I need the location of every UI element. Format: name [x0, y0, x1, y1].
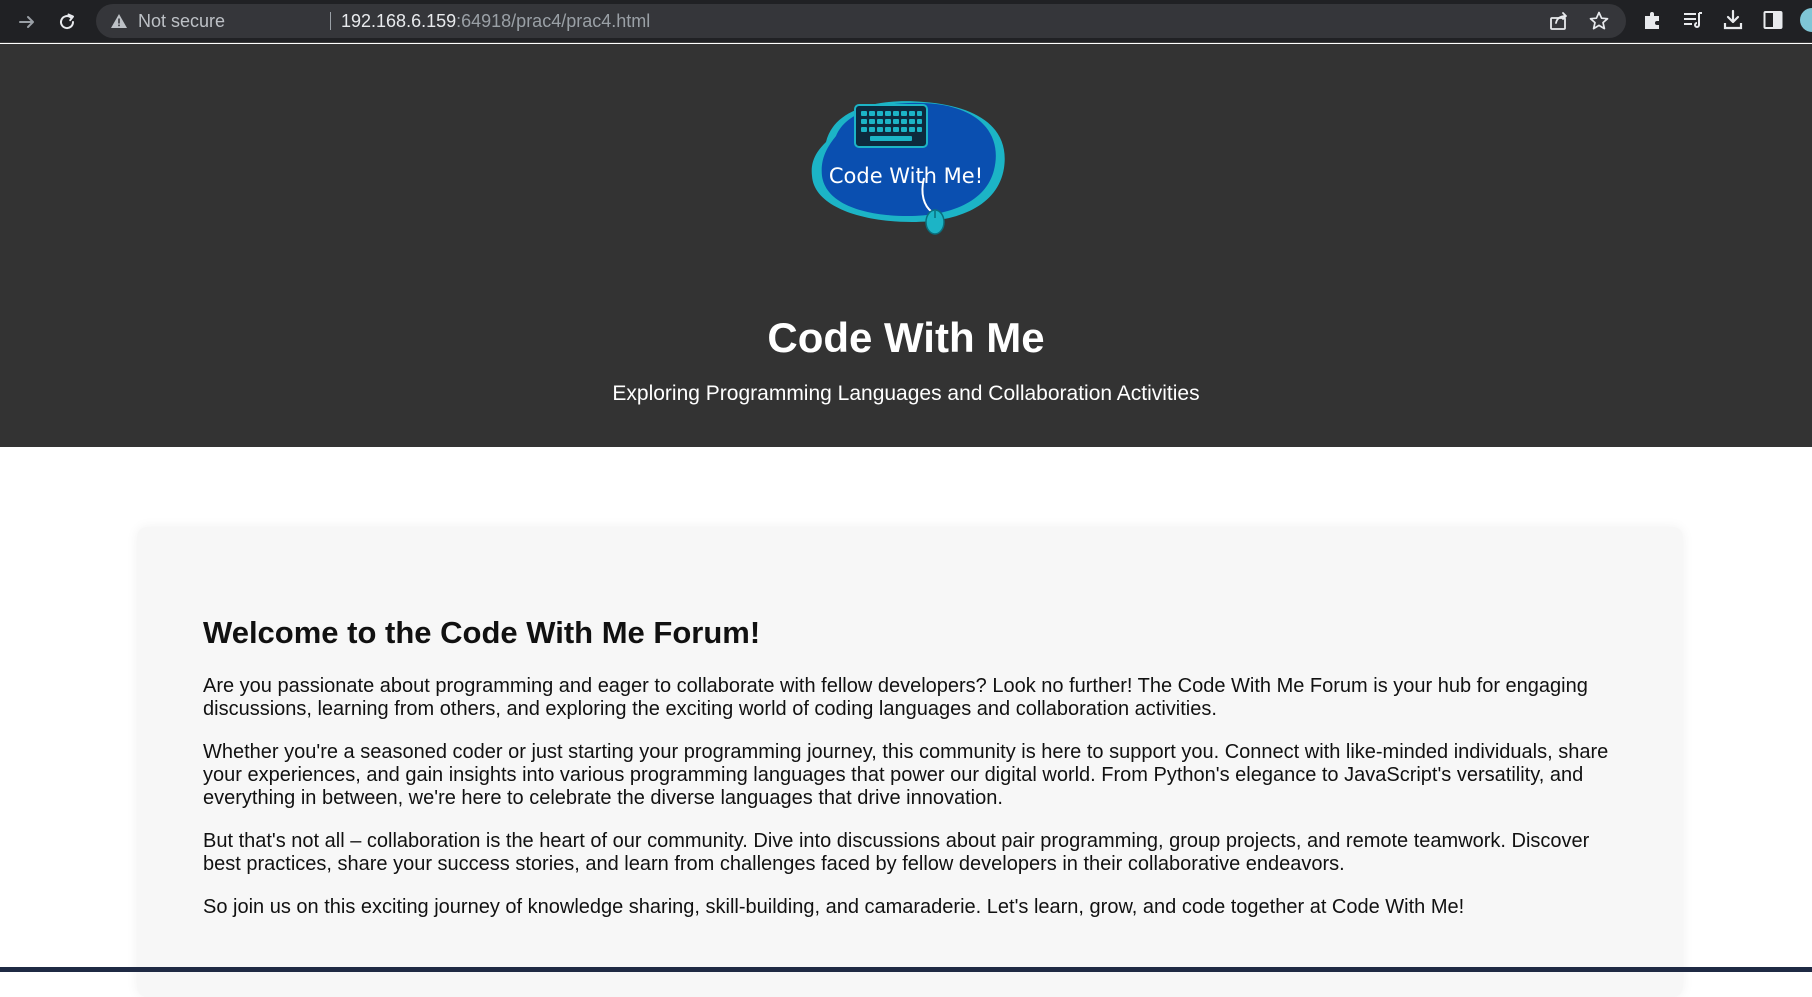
url-host: 192.168.6.159	[341, 11, 457, 31]
url-path: :64918/prac4/prac4.html	[456, 11, 651, 31]
page-subtitle: Exploring Programming Languages and Coll…	[612, 382, 1200, 405]
share-icon[interactable]	[1548, 10, 1570, 32]
collaboration-paragraph: But that's not all – collaboration is th…	[203, 830, 1590, 875]
star-icon[interactable]	[1588, 10, 1610, 32]
profile-avatar[interactable]	[1800, 8, 1812, 32]
closing-paragraph: So join us on this exciting journey of k…	[203, 896, 1465, 918]
side-panel-icon[interactable]	[1761, 8, 1785, 32]
browser-toolbar: Not secure 192.168.6.159:64918/prac4/pra…	[0, 0, 1812, 43]
puzzle-icon[interactable]	[1641, 8, 1665, 32]
security-status-label[interactable]: Not secure	[138, 11, 225, 31]
reading-list-icon[interactable]	[1681, 8, 1705, 32]
download-icon[interactable]	[1721, 8, 1745, 32]
forward-arrow-icon[interactable]	[12, 7, 42, 37]
welcome-card: Welcome to the Code With Me Forum! Are y…	[137, 527, 1683, 997]
community-paragraph: Whether you're a seasoned coder or just …	[203, 741, 1609, 809]
window-bottom-edge	[0, 967, 1812, 972]
omnibox-separator	[330, 12, 331, 30]
url-text[interactable]: 192.168.6.159:64918/prac4/prac4.html	[341, 11, 650, 31]
welcome-heading: Welcome to the Code With Me Forum!	[203, 615, 761, 650]
reload-icon[interactable]	[52, 7, 82, 37]
site-logo: Code With Me!	[808, 94, 1008, 238]
warning-triangle-icon[interactable]	[110, 12, 128, 30]
logo-text: Code With Me!	[829, 164, 983, 188]
address-bar[interactable]: Not secure 192.168.6.159:64918/prac4/pra…	[96, 4, 1626, 38]
page-title: Code With Me	[767, 314, 1045, 361]
site-header: Code With Me! Code With Me Exploring Pro…	[0, 44, 1812, 447]
intro-paragraph: Are you passionate about programming and…	[203, 675, 1588, 720]
